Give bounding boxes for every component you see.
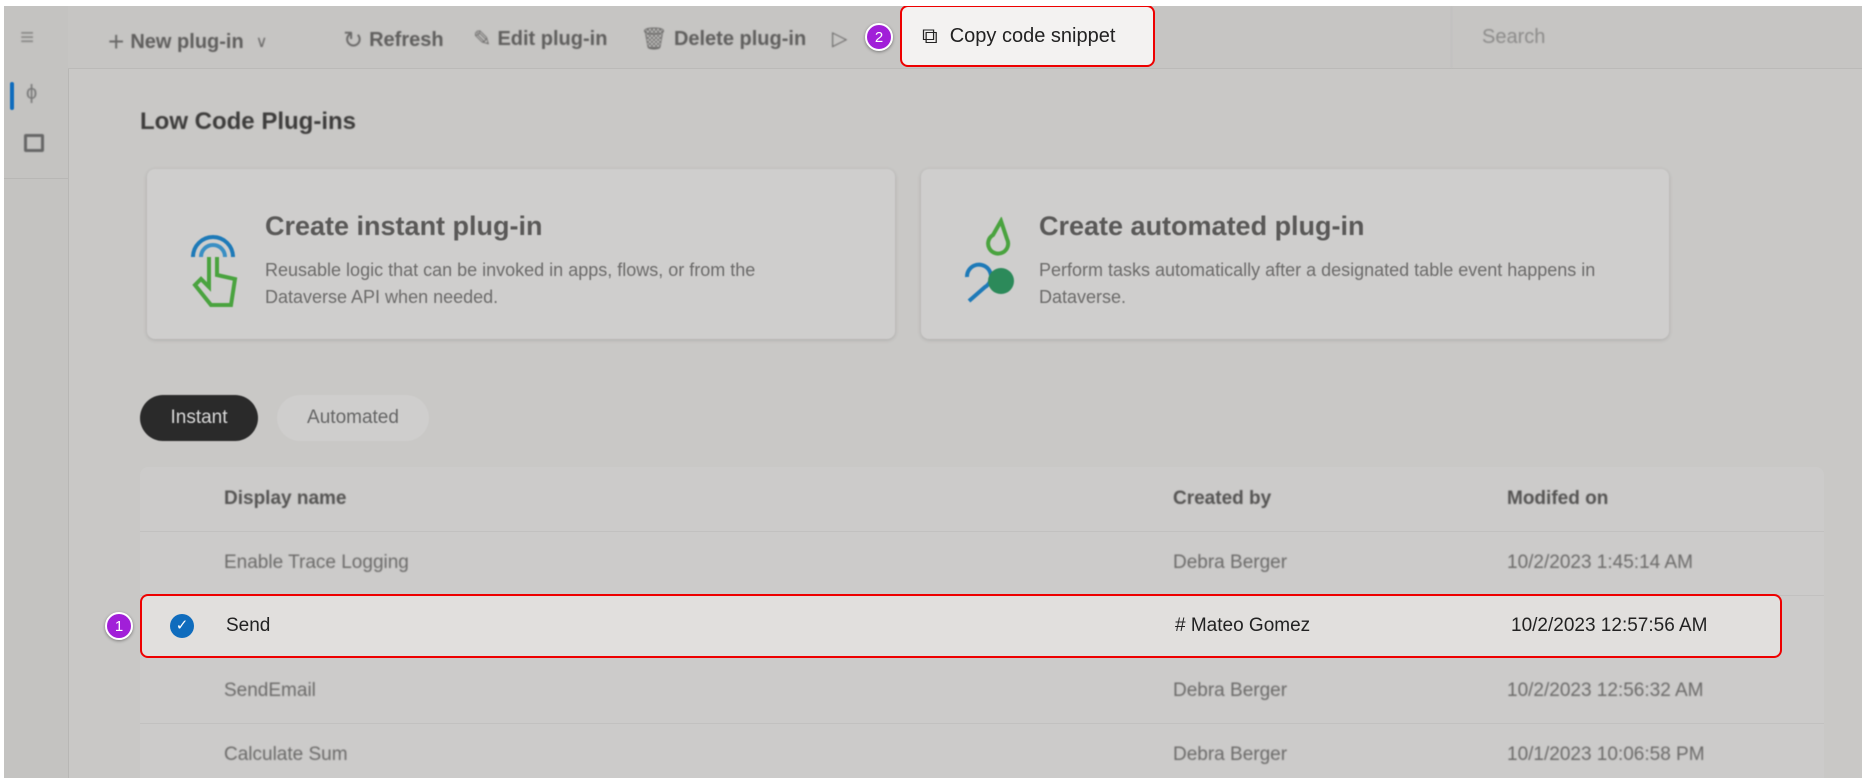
table-row-selected[interactable]: ✓ Send # Mateo Gomez 10/2/2023 12:57:56 … [140, 594, 1782, 658]
refresh-icon: ↻ [343, 27, 364, 54]
cell-display-name: SendEmail [224, 680, 316, 701]
sidebar-divider [4, 178, 68, 179]
delete-plugin-label: Delete plug-in [673, 27, 807, 50]
tab-instant[interactable]: Instant [140, 395, 258, 441]
create-instant-plugin-card[interactable]: Create instant plug-in Reusable logic th… [147, 169, 895, 339]
refresh-label: Refresh [369, 29, 444, 51]
cell-modified-on: 10/1/2023 10:06:58 PM [1507, 744, 1705, 765]
cell-created-by: Debra Berger [1173, 680, 1288, 701]
cell-modified-on: 10/2/2023 1:45:14 AM [1507, 552, 1693, 573]
pencil-icon: ✎ [473, 26, 492, 51]
app-window: ≡ ϕ + New plug-in ∨ ↻ Refresh ✎ Edit plu… [4, 6, 1862, 778]
cell-display-name: Send [226, 615, 271, 636]
callout-badge-1: 1 [105, 612, 133, 640]
sidebar: ≡ ϕ [4, 6, 69, 778]
delete-plugin-button[interactable]: 🗑 Delete plug-in [640, 26, 806, 52]
cell-display-name: Enable Trace Logging [224, 552, 409, 573]
card-description: Perform tasks automatically after a desi… [1039, 260, 1596, 307]
card-title: Create instant plug-in [265, 211, 543, 241]
touch-icon [191, 235, 238, 307]
trash-icon: 🗑 [640, 26, 668, 51]
column-header-created-by[interactable]: Created by [1173, 467, 1271, 531]
automation-icon [964, 217, 1014, 303]
search-input[interactable]: Search [1451, 6, 1545, 68]
column-header-modified-on[interactable]: Modifed on [1507, 467, 1608, 531]
callout-badge-2: 2 [865, 23, 893, 51]
chevron-down-icon[interactable]: ∨ [256, 32, 268, 52]
copy-code-snippet-label: Copy code snippet [949, 24, 1116, 47]
run-button[interactable]: ▷ [832, 26, 847, 51]
book-nav-icon[interactable] [24, 134, 44, 152]
copy-icon: ⧉ [922, 23, 938, 48]
cell-created-by: # Mateo Gomez [1175, 615, 1311, 636]
new-plugin-button[interactable]: + New plug-in ∨ [108, 26, 267, 58]
cell-created-by: Debra Berger [1173, 744, 1288, 765]
table-row[interactable]: Calculate Sum Debra Berger 10/1/2023 10:… [140, 723, 1824, 778]
cell-display-name: Calculate Sum [224, 744, 348, 765]
card-description: Reusable logic that can be invoked in ap… [265, 260, 756, 307]
plus-icon: + [108, 26, 125, 57]
edit-plugin-button[interactable]: ✎ Edit plug-in [473, 26, 607, 52]
new-plugin-label: New plug-in [130, 30, 244, 53]
tab-automated[interactable]: Automated [277, 395, 429, 441]
table-header: Display name Created by Modifed on [140, 467, 1824, 532]
card-title: Create automated plug-in [1039, 211, 1365, 241]
play-icon: ▷ [832, 28, 848, 50]
create-automated-plugin-card[interactable]: Create automated plug-in Perform tasks a… [921, 169, 1669, 339]
plugin-nav-icon[interactable]: ϕ [26, 82, 37, 105]
refresh-button[interactable]: ↻ Refresh [343, 26, 444, 55]
cell-created-by: Debra Berger [1173, 552, 1288, 573]
cell-modified-on: 10/2/2023 12:57:56 AM [1511, 615, 1708, 636]
table-row[interactable]: SendEmail Debra Berger 10/2/2023 12:56:3… [140, 659, 1824, 724]
copy-code-snippet-button[interactable]: ⧉ Copy code snippet [900, 6, 1155, 67]
hamburger-menu-icon[interactable]: ≡ [20, 24, 34, 52]
table-row[interactable]: Enable Trace Logging Debra Berger 10/2/2… [140, 531, 1824, 596]
active-indicator [10, 82, 14, 110]
edit-plugin-label: Edit plug-in [497, 27, 608, 50]
selected-checkmark-icon[interactable]: ✓ [170, 614, 194, 638]
column-header-display-name[interactable]: Display name [224, 467, 347, 531]
page-title: Low Code Plug-ins [140, 108, 356, 135]
cell-modified-on: 10/2/2023 12:56:32 AM [1507, 680, 1704, 701]
